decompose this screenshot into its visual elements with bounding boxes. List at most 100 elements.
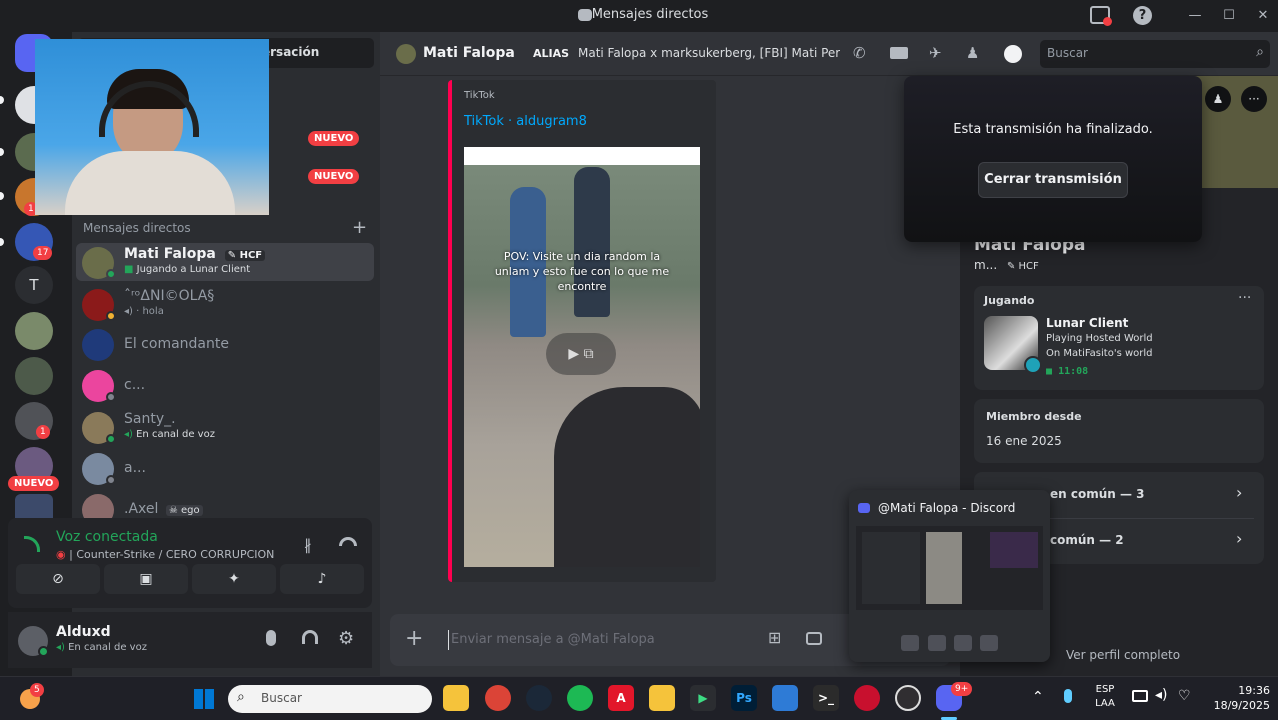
terminal-icon[interactable]: >_ bbox=[813, 685, 839, 711]
video-icon[interactable] bbox=[890, 47, 908, 59]
dm-item-el-comandante[interactable]: El comandante bbox=[76, 325, 374, 363]
taskbar-preview[interactable]: @Mati Falopa - Discord bbox=[849, 490, 1050, 662]
conversation-button-text: ersación bbox=[262, 45, 320, 59]
server-icon[interactable] bbox=[15, 312, 53, 350]
volume-icon[interactable]: ◂) bbox=[1155, 687, 1168, 703]
nuevo-badge[interactable]: NUEVO bbox=[308, 131, 360, 146]
person-body bbox=[65, 151, 235, 215]
game-time: ■ 11:08 bbox=[1046, 366, 1088, 377]
clock-date: 18/9/2025 bbox=[1213, 699, 1270, 712]
clan-tag: ✎ HCF bbox=[1006, 261, 1039, 272]
inbox-icon[interactable] bbox=[1090, 6, 1112, 26]
tray-mic-icon[interactable] bbox=[1064, 689, 1072, 703]
alias-value: Mati Falopa x marksukerberg, [FBI] Mati … bbox=[578, 46, 840, 60]
close-stream-button[interactable]: Cerrar transmisión bbox=[978, 162, 1128, 198]
clan-tag-text: HCF bbox=[1018, 261, 1039, 272]
disconnect-icon[interactable] bbox=[339, 537, 357, 546]
more-icon[interactable]: ··· bbox=[1241, 86, 1267, 112]
obs-icon[interactable] bbox=[895, 685, 921, 711]
acrobat-icon[interactable]: A bbox=[608, 685, 634, 711]
voice-status[interactable]: Voz conectada bbox=[56, 529, 158, 545]
dm-item-santy[interactable]: Santy_. ◂) En canal de voz bbox=[76, 408, 374, 446]
minimize-icon[interactable]: — bbox=[1184, 6, 1206, 26]
discord-badge: 9+ bbox=[951, 682, 973, 696]
server-icon[interactable] bbox=[15, 494, 53, 518]
preview-mic-icon[interactable] bbox=[928, 635, 946, 651]
store-icon[interactable] bbox=[772, 685, 798, 711]
member-since-date: 16 ene 2025 bbox=[986, 434, 1062, 448]
dm-item-c[interactable]: c... bbox=[76, 366, 374, 404]
headphones-icon[interactable] bbox=[302, 630, 318, 644]
help-icon[interactable]: ? bbox=[1133, 6, 1152, 25]
copilot-icon[interactable]: ♡ bbox=[1178, 688, 1191, 704]
signal-icon bbox=[24, 536, 40, 552]
dm-item-axel[interactable]: .Axel ☠ ego bbox=[76, 490, 374, 518]
dm-item-mati-falopa[interactable]: Mati Falopa ✎ HCF ■ Jugando a Lunar Clie… bbox=[76, 243, 374, 281]
soundboard-button[interactable]: ♪ bbox=[280, 564, 364, 594]
dm-activity-text: Jugando a Lunar Client bbox=[136, 264, 251, 275]
stream-message: Esta transmisión ha finalizado. bbox=[953, 122, 1153, 137]
start-icon[interactable] bbox=[194, 689, 214, 709]
preview-headphones-icon[interactable] bbox=[954, 635, 972, 651]
add-friend-icon[interactable]: ♟ bbox=[966, 44, 979, 62]
clan-tag-text: HCF bbox=[239, 250, 263, 261]
lang-indicator[interactable]: ESP LAA bbox=[1090, 683, 1120, 711]
photoshop-icon[interactable]: Ps bbox=[731, 685, 757, 711]
nuevo-badge[interactable]: NUEVO bbox=[308, 169, 360, 184]
server-icon[interactable] bbox=[15, 357, 53, 395]
taskbar-search[interactable]: ⌕ Buscar bbox=[228, 685, 432, 713]
activities-button[interactable]: ✦ bbox=[192, 564, 276, 594]
gif-icon[interactable] bbox=[806, 632, 822, 645]
game-time-text: 11:08 bbox=[1058, 366, 1089, 377]
network-icon[interactable] bbox=[1132, 690, 1148, 702]
chat-header: Mati Falopa ALIAS Mati Falopa x marksuke… bbox=[380, 32, 1278, 76]
gamepad-icon: ■ bbox=[1046, 366, 1053, 377]
folder-icon[interactable] bbox=[649, 685, 675, 711]
add-dm-icon[interactable]: + bbox=[352, 217, 367, 238]
server-t[interactable]: T bbox=[15, 266, 53, 304]
embed-title[interactable]: TikTok · aldugram8 bbox=[464, 114, 587, 129]
user-panel: Alduxd ◂) En canal de voz ⚙ bbox=[8, 612, 372, 668]
file-explorer-icon[interactable] bbox=[443, 685, 469, 711]
unread-pill bbox=[0, 148, 4, 156]
tray-chevron-icon[interactable]: ⌃ bbox=[1032, 689, 1044, 705]
message-input[interactable]: Enviar mensaje a @Mati Falopa bbox=[448, 630, 738, 650]
screen-share-button[interactable]: ▣ bbox=[104, 564, 188, 594]
game-launcher-icon[interactable] bbox=[854, 685, 880, 711]
dm-item-daniel[interactable]: ˆʳᵒΔNI©OLA§ ◂) · hola bbox=[76, 285, 374, 323]
maximize-icon[interactable]: ☐ bbox=[1218, 6, 1240, 26]
dm-item-a[interactable]: a... bbox=[76, 449, 374, 487]
voice-channel[interactable]: ◉ | Counter-Strike / CERO CORRUPCION bbox=[56, 548, 274, 561]
steam-icon[interactable] bbox=[526, 685, 552, 711]
call-icon[interactable]: ✆ bbox=[853, 44, 866, 62]
tiktok-embed[interactable]: TikTok TikTok · aldugram8 POV: Visite un… bbox=[448, 80, 716, 582]
profile-toggle-icon[interactable] bbox=[1004, 45, 1022, 63]
attach-icon[interactable]: + bbox=[405, 626, 423, 651]
status-dot bbox=[106, 311, 116, 321]
activity-label: Jugando bbox=[984, 294, 1035, 307]
user-name[interactable]: Alduxd bbox=[56, 624, 111, 640]
unread-pill bbox=[0, 192, 4, 200]
more-icon[interactable]: ··· bbox=[1238, 290, 1251, 306]
gift-icon[interactable]: ⊞ bbox=[768, 628, 781, 647]
embed-video[interactable]: POV: Visite un dia random la unlam y est… bbox=[464, 147, 700, 567]
noise-suppression-icon[interactable]: ∦ bbox=[304, 536, 312, 554]
view-full-profile[interactable]: Ver perfil completo bbox=[1066, 648, 1180, 662]
play-icon[interactable]: ▶ ⧉ bbox=[546, 333, 616, 375]
mutual-friends-text: común — 2 bbox=[1050, 533, 1124, 547]
mic-icon[interactable] bbox=[266, 630, 276, 646]
close-icon[interactable]: ✕ bbox=[1252, 6, 1274, 26]
app-icon[interactable]: ▶ bbox=[690, 685, 716, 711]
header-name[interactable]: Mati Falopa bbox=[423, 45, 515, 61]
settings-icon[interactable]: ⚙ bbox=[338, 628, 354, 649]
preview-call-icon[interactable] bbox=[980, 635, 998, 651]
spotify-icon[interactable] bbox=[567, 685, 593, 711]
search-box[interactable]: Buscar ⌕ bbox=[1040, 40, 1270, 68]
chrome-icon[interactable] bbox=[485, 685, 511, 711]
voice-panel: Voz conectada ◉ | Counter-Strike / CERO … bbox=[8, 518, 372, 608]
add-friend-icon[interactable]: ♟ bbox=[1205, 86, 1231, 112]
preview-video-icon[interactable] bbox=[901, 635, 919, 651]
clock[interactable]: 19:36 18/9/2025 bbox=[1200, 683, 1270, 713]
pin-icon[interactable]: ✈ bbox=[929, 44, 942, 62]
camera-off-button[interactable]: ⊘ bbox=[16, 564, 100, 594]
